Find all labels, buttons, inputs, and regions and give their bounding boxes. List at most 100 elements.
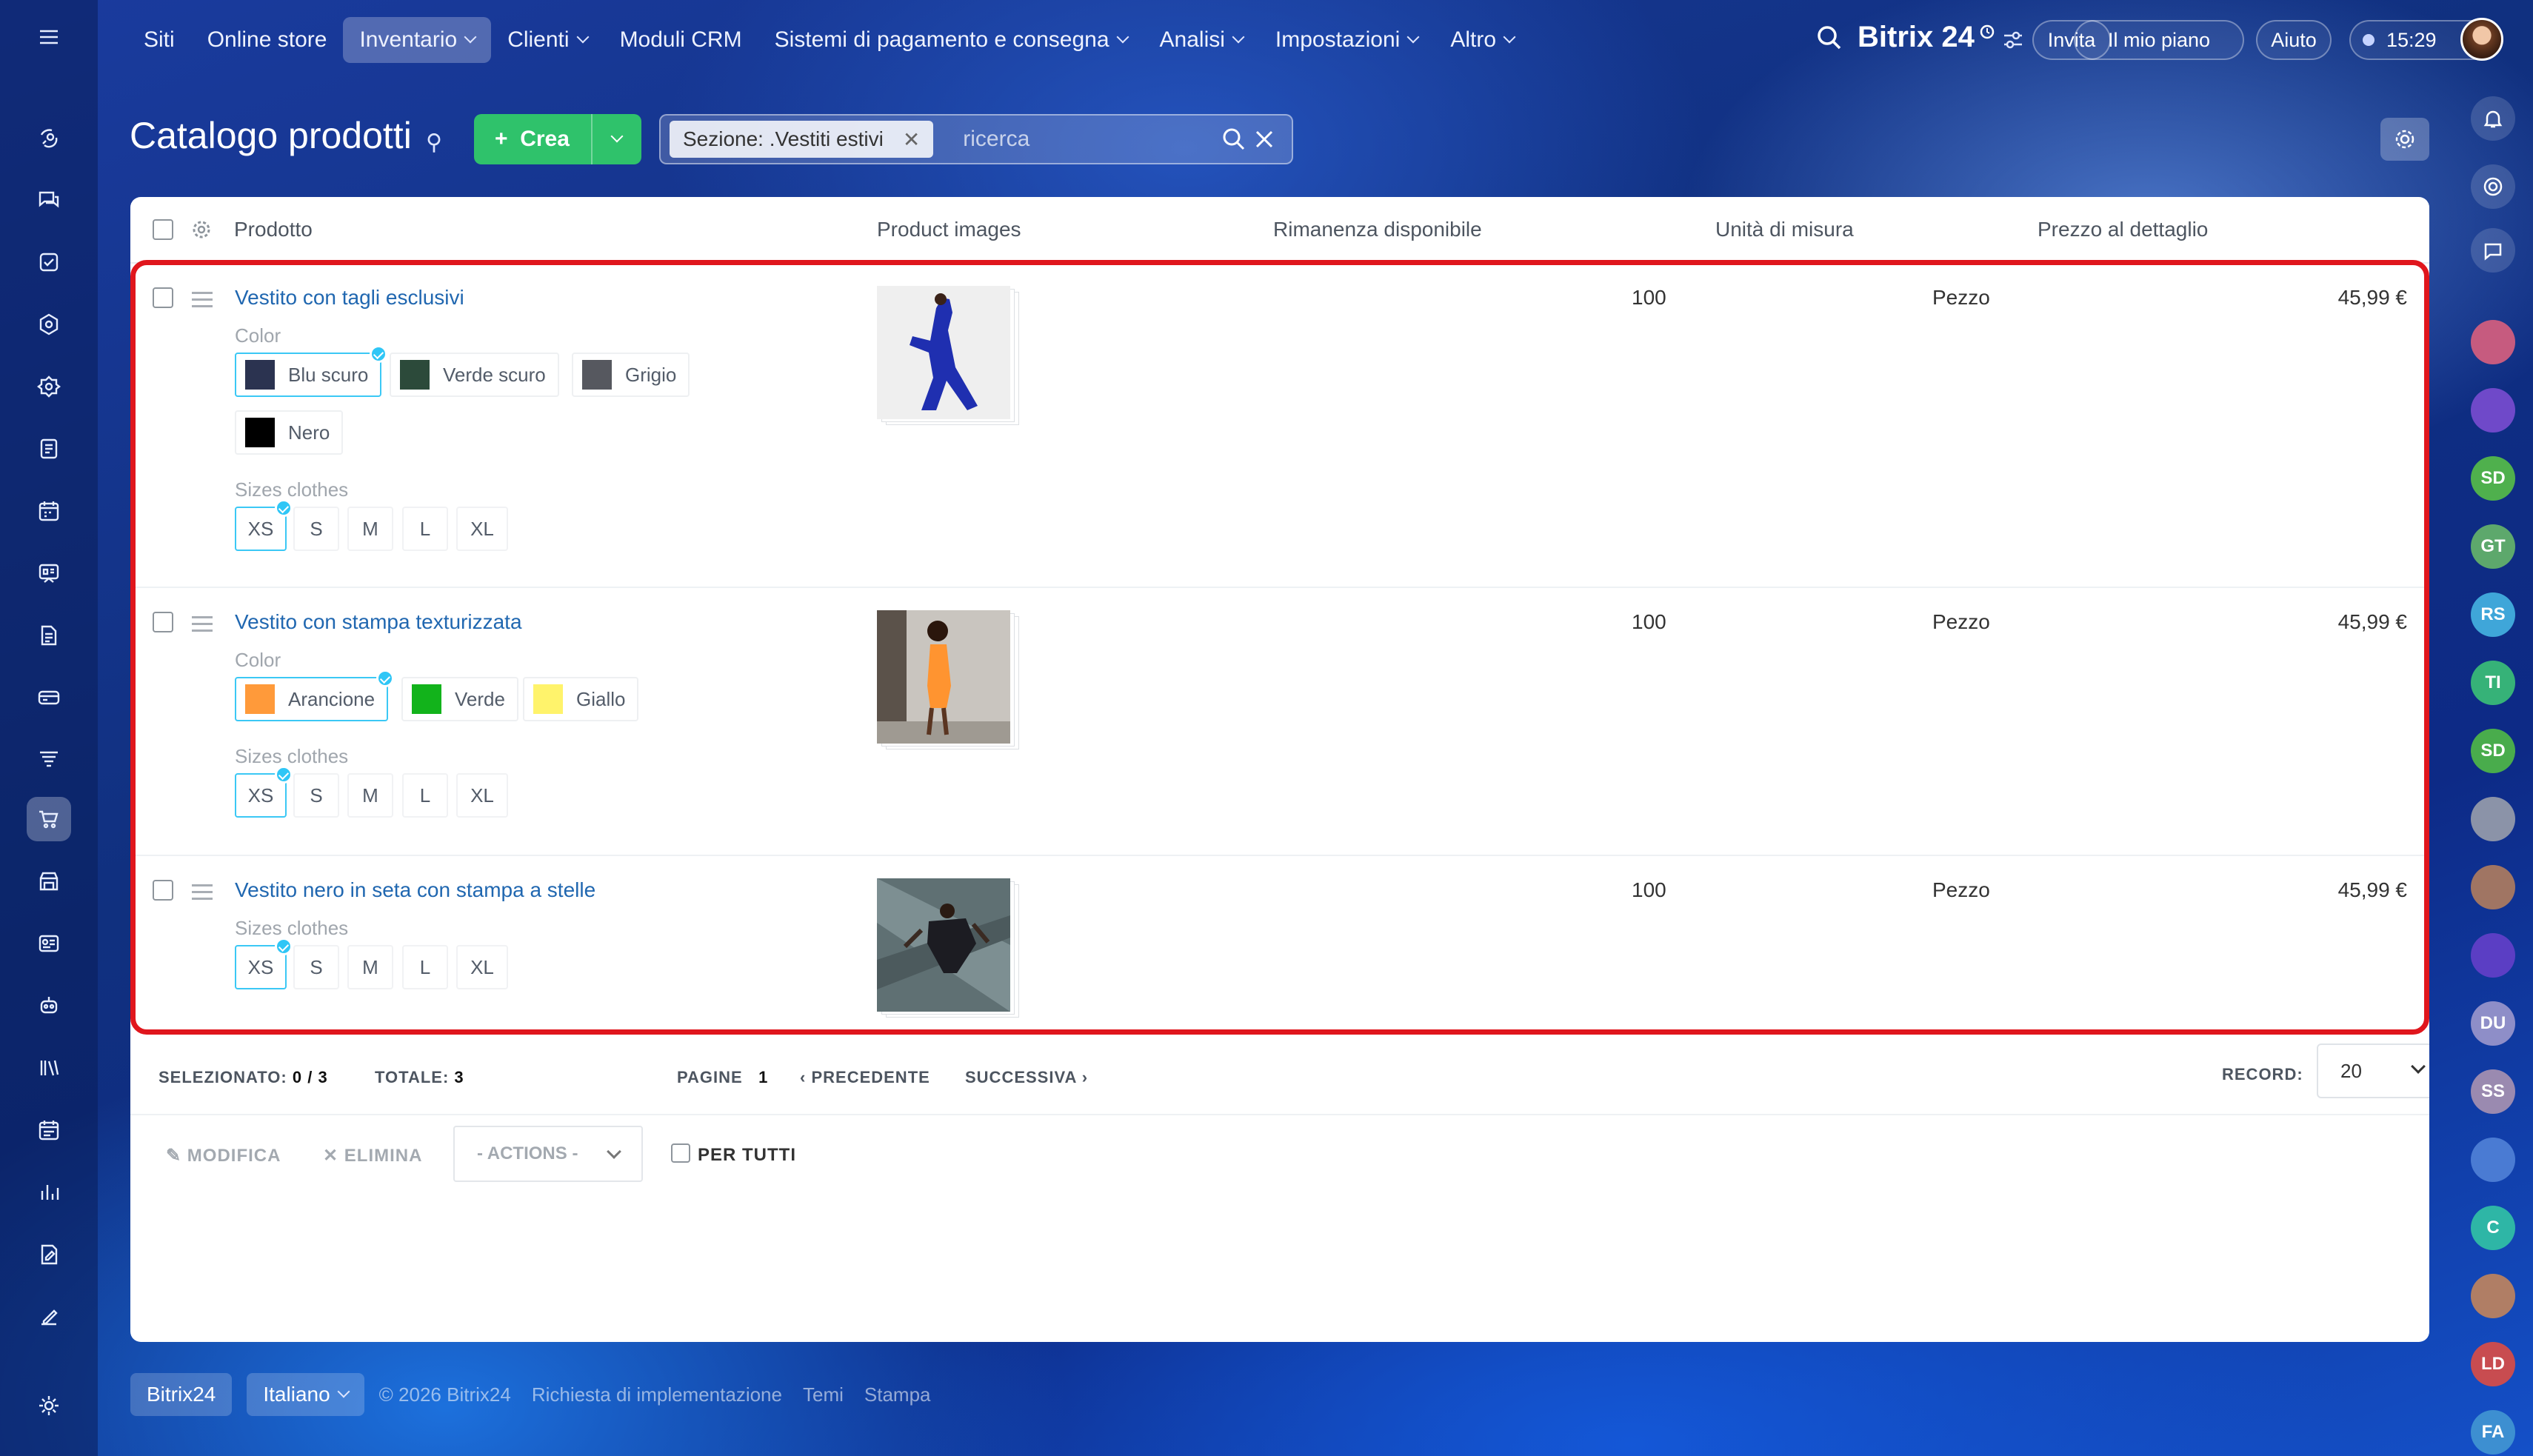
user-avatar[interactable]: [2460, 18, 2503, 61]
help-button[interactable]: Aiuto: [2256, 20, 2332, 60]
size-option[interactable]: XS: [235, 938, 293, 989]
filter-search-box[interactable]: Sezione: .Vestiti estivi ✕ ricerca: [659, 114, 1293, 164]
edit-doc-icon[interactable]: [27, 1232, 71, 1277]
chat-icon[interactable]: [27, 178, 71, 222]
print-link[interactable]: Stampa: [864, 1383, 931, 1406]
right-avatar-sd[interactable]: SD: [2471, 456, 2515, 501]
right-avatar-purple2[interactable]: [2471, 933, 2515, 978]
footer-brand[interactable]: Bitrix24: [130, 1373, 233, 1416]
nav-impostazioni[interactable]: Impostazioni: [1259, 17, 1434, 63]
size-option[interactable]: XL: [456, 945, 508, 989]
color-option[interactable]: Verde scuro: [390, 353, 559, 397]
right-avatar-photo3[interactable]: [2471, 1274, 2515, 1318]
schedule-icon[interactable]: [27, 1108, 71, 1152]
messenger-icon[interactable]: [2471, 228, 2515, 273]
nav-inventario[interactable]: Inventario: [343, 17, 492, 63]
implementation-link[interactable]: Richiesta di implementazione: [532, 1383, 782, 1406]
product-image[interactable]: [877, 610, 1019, 749]
cart-icon[interactable]: [27, 797, 71, 841]
nav-online-store[interactable]: Online store: [191, 17, 344, 63]
right-avatar-red[interactable]: [2471, 320, 2515, 364]
product-name-link[interactable]: Vestito con stampa texturizzata: [235, 610, 522, 634]
contact-card-icon[interactable]: [27, 921, 71, 966]
analytics-icon[interactable]: [27, 1170, 71, 1215]
themes-link[interactable]: Temi: [803, 1383, 844, 1406]
records-select[interactable]: 20: [2317, 1043, 2429, 1098]
create-button[interactable]: + Crea: [474, 114, 641, 164]
card-icon[interactable]: [27, 675, 71, 720]
row-checkbox[interactable]: [153, 287, 173, 308]
table-row[interactable]: Vestito con stampa texturizzata Color Ar…: [130, 588, 2429, 856]
right-avatar-rs[interactable]: RS: [2471, 592, 2515, 637]
drag-handle-icon[interactable]: [192, 292, 213, 312]
size-option[interactable]: S: [293, 507, 339, 551]
clear-icon[interactable]: [1253, 128, 1275, 150]
edit-button[interactable]: ✎ MODIFICA: [166, 1145, 281, 1166]
pin-icon[interactable]: ⚲: [426, 130, 442, 156]
right-calendar-icon[interactable]: [2471, 1138, 2515, 1182]
actions-select[interactable]: - ACTIONS -: [453, 1126, 643, 1182]
filter-funnel-icon[interactable]: [27, 738, 71, 782]
filter-chip[interactable]: Sezione: .Vestiti estivi ✕: [670, 121, 934, 158]
presentation-icon[interactable]: [27, 551, 71, 595]
color-option[interactable]: Giallo: [523, 677, 639, 721]
drag-handle-icon[interactable]: [192, 616, 213, 636]
right-avatar-photo2[interactable]: [2471, 865, 2515, 909]
color-option[interactable]: Verde: [401, 677, 518, 721]
hexagon-icon[interactable]: [27, 302, 71, 347]
size-option[interactable]: S: [293, 945, 339, 989]
right-avatar-sd2[interactable]: SD: [2471, 729, 2515, 773]
sliders-icon[interactable]: [2001, 30, 2025, 50]
next-page-button[interactable]: SUCCESSIVA ›: [965, 1068, 1088, 1087]
size-option[interactable]: S: [293, 773, 339, 818]
settings-gear-icon[interactable]: [27, 1383, 71, 1428]
product-name-link[interactable]: Vestito con tagli esclusivi: [235, 286, 464, 310]
nav-moduli-crm[interactable]: Moduli CRM: [604, 17, 758, 63]
nav-pagamento[interactable]: Sistemi di pagamento e consegna: [758, 17, 1144, 63]
color-option[interactable]: Nero: [235, 410, 344, 455]
right-avatar-ld[interactable]: LD: [2471, 1342, 2515, 1386]
color-option[interactable]: Blu scuro: [235, 345, 388, 397]
nav-analisi[interactable]: Analisi: [1144, 17, 1259, 63]
search-icon[interactable]: [1815, 23, 1844, 53]
library-icon[interactable]: [27, 1046, 71, 1090]
feed-icon[interactable]: [27, 116, 71, 160]
size-option[interactable]: M: [347, 507, 393, 551]
crm-icon[interactable]: [27, 364, 71, 409]
product-name-link[interactable]: Vestito nero in seta con stampa a stelle: [235, 878, 595, 902]
color-option[interactable]: Grigio: [572, 353, 690, 397]
row-checkbox[interactable]: [153, 612, 173, 632]
file-icon[interactable]: [27, 613, 71, 658]
nav-siti[interactable]: Siti: [127, 17, 191, 63]
copilot-icon[interactable]: [2471, 164, 2515, 209]
document-icon[interactable]: [27, 427, 71, 471]
store-icon[interactable]: [27, 859, 71, 904]
table-row[interactable]: Vestito nero in seta con stampa a stelle…: [130, 856, 2429, 1038]
tasks-icon[interactable]: [27, 240, 71, 284]
right-avatar-ti[interactable]: TI: [2471, 661, 2515, 705]
page-number[interactable]: 1: [758, 1068, 768, 1086]
for-all-checkbox[interactable]: [671, 1143, 690, 1163]
column-settings-gear-icon[interactable]: [190, 218, 213, 241]
robot-icon[interactable]: [27, 984, 71, 1028]
right-avatar-ss[interactable]: SS: [2471, 1069, 2515, 1114]
product-image[interactable]: [877, 878, 1019, 1018]
product-image[interactable]: [877, 286, 1019, 425]
right-avatar-gt[interactable]: GT: [2471, 524, 2515, 569]
close-icon[interactable]: ✕: [903, 127, 920, 152]
right-avatar-purple[interactable]: [2471, 388, 2515, 433]
size-option[interactable]: L: [402, 773, 448, 818]
language-select[interactable]: Italiano: [247, 1373, 364, 1416]
col-unit[interactable]: Unità di misura: [1715, 218, 1854, 241]
search-icon[interactable]: [1221, 126, 1247, 153]
drag-handle-icon[interactable]: [192, 884, 213, 904]
prev-page-button[interactable]: ‹ PRECEDENTE: [800, 1068, 930, 1087]
table-row[interactable]: Vestito con tagli esclusivi Color Blu sc…: [130, 264, 2429, 588]
size-option[interactable]: XL: [456, 773, 508, 818]
nav-clienti[interactable]: Clienti: [491, 17, 603, 63]
color-option[interactable]: Arancione: [235, 669, 395, 721]
col-price[interactable]: Prezzo al dettaglio: [2038, 218, 2208, 241]
signature-icon[interactable]: [27, 1295, 71, 1339]
notifications-bell-icon[interactable]: [2471, 96, 2515, 141]
row-checkbox[interactable]: [153, 880, 173, 901]
